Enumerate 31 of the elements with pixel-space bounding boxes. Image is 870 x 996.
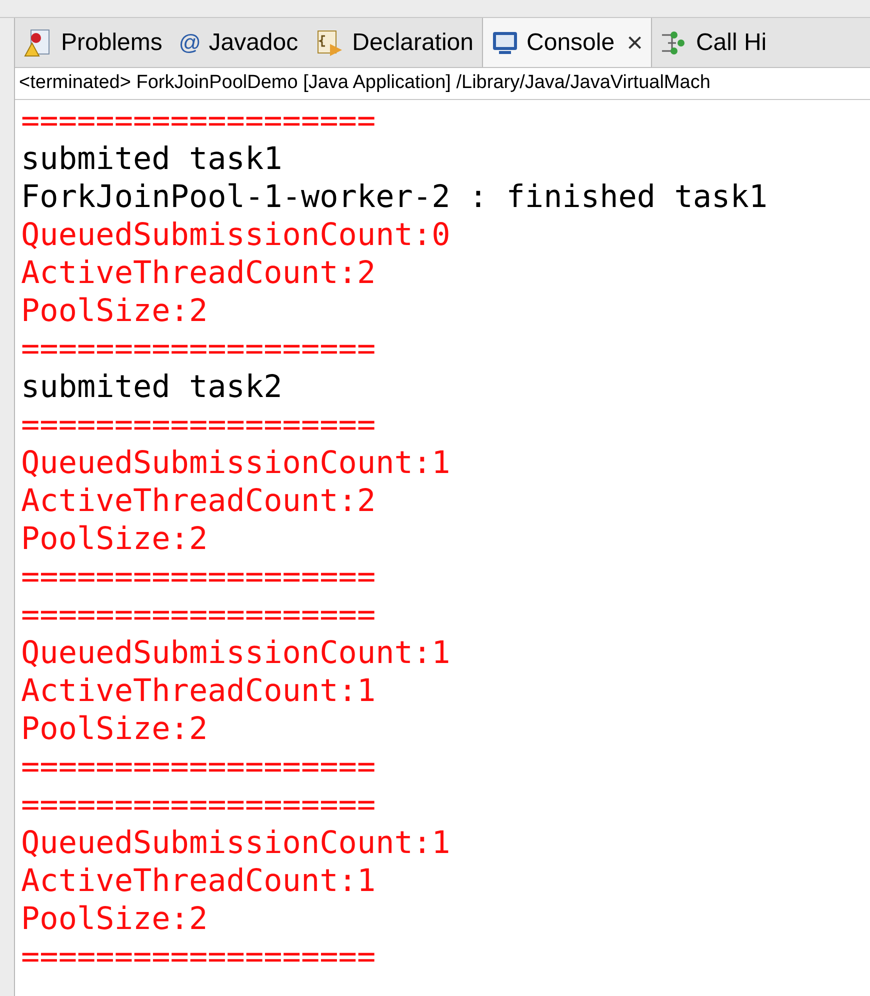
tab[interactable]: Problems <box>15 18 170 67</box>
tab[interactable]: Call Hi <box>652 18 775 67</box>
console-line: QueuedSubmissionCount:1 <box>21 444 450 482</box>
console-line: ActiveThreadCount:2 <box>21 482 376 520</box>
monitor-icon <box>490 30 519 56</box>
console-line: =================== <box>21 406 376 444</box>
tab[interactable]: @ Javadoc <box>170 18 306 67</box>
console-line: =================== <box>21 748 376 786</box>
console-line: =================== <box>21 938 376 976</box>
console-line: PoolSize:2 <box>21 292 208 330</box>
console-line: PoolSize:2 <box>21 900 208 938</box>
console-line: submited task2 <box>21 368 282 406</box>
console-line: ActiveThreadCount:2 <box>21 254 376 292</box>
tab[interactable]: Declaration <box>306 18 482 67</box>
console-line: =================== <box>21 330 376 368</box>
console-line: ActiveThreadCount:1 <box>21 672 376 710</box>
console-line: PoolSize:2 <box>21 520 208 558</box>
console-line: =================== <box>21 558 376 596</box>
at-icon: @ <box>178 26 201 59</box>
tab[interactable]: Console × <box>482 18 652 67</box>
console-line: QueuedSubmissionCount:0 <box>21 216 450 254</box>
console-line: ForkJoinPool-1-worker-2 : finished task1 <box>21 178 768 216</box>
console-line: QueuedSubmissionCount:1 <box>21 824 450 862</box>
console-line: PoolSize:2 <box>21 710 208 748</box>
console-line: ActiveThreadCount:1 <box>21 862 376 900</box>
console-line: QueuedSubmissionCount:1 <box>21 634 450 672</box>
console-line: =================== <box>21 786 376 824</box>
console-line: =================== <box>21 596 376 634</box>
close-icon[interactable]: × <box>626 22 643 64</box>
console-line: submited task1 <box>21 140 282 178</box>
console-line: =================== <box>21 102 376 140</box>
